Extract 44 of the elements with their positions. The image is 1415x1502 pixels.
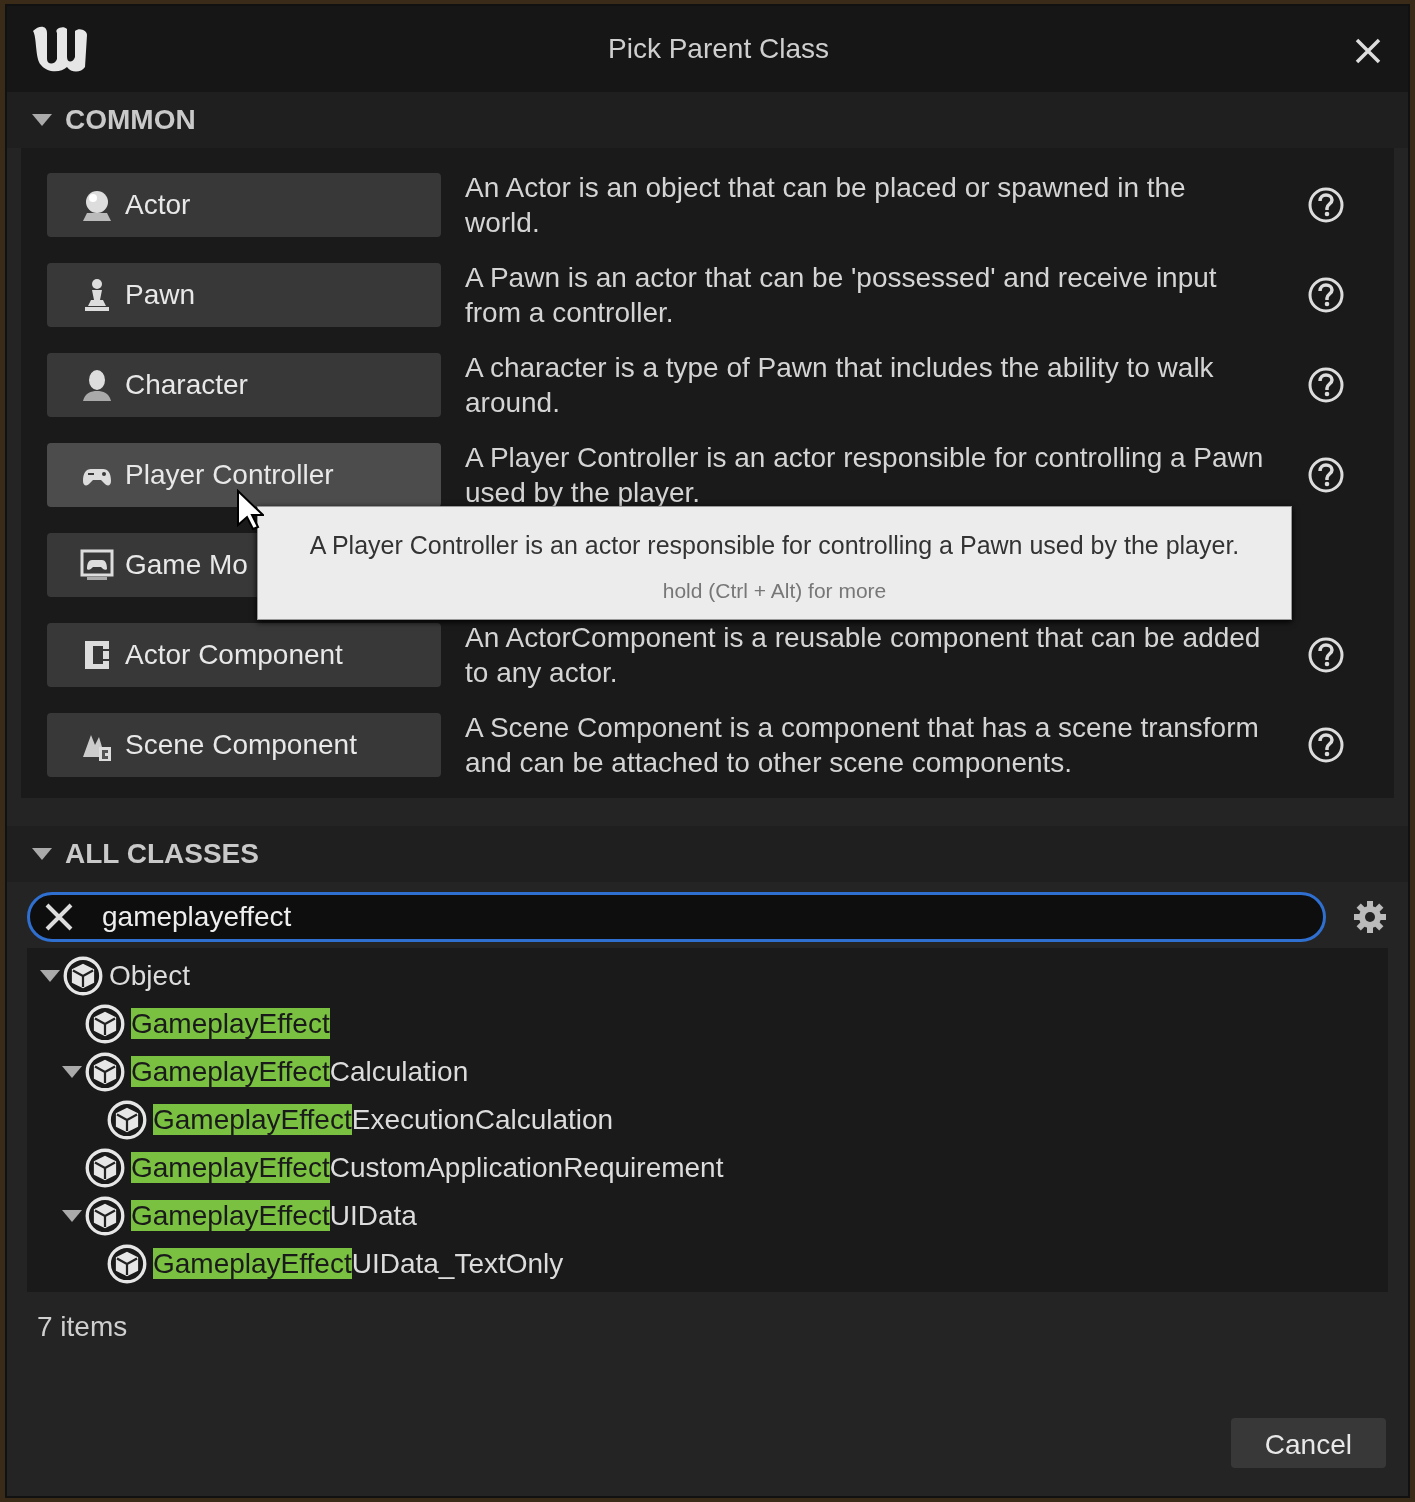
help-icon[interactable] (1307, 726, 1345, 764)
cursor-icon (236, 489, 264, 531)
class-icon (85, 1148, 125, 1188)
help-icon[interactable] (1307, 276, 1345, 314)
search-bar[interactable]: gameplayeffect (27, 892, 1326, 942)
class-icon (63, 956, 103, 996)
cancel-button[interactable]: Cancel (1230, 1418, 1386, 1468)
class-button[interactable]: Pawn (47, 263, 441, 327)
expand-arrow-icon[interactable] (59, 1065, 85, 1079)
class-icon (85, 1196, 125, 1236)
expand-arrow-icon[interactable] (37, 969, 63, 983)
help-icon[interactable] (1307, 456, 1345, 494)
class-description: A Player Controller is an actor responsible for controlling a Pawn used by the player. (465, 441, 1265, 510)
collapse-arrow-icon[interactable] (31, 113, 53, 127)
class-description: An ActorComponent is a reusable component that can be added to any actor. (465, 621, 1262, 690)
tree-item[interactable]: Object (109, 955, 190, 997)
collapse-arrow-icon[interactable] (31, 847, 53, 861)
close-icon (1354, 36, 1382, 65)
class-icon (85, 1004, 125, 1044)
clear-icon[interactable] (44, 902, 74, 932)
class-icon (107, 1244, 147, 1284)
class-button[interactable]: Character (47, 353, 441, 417)
item-count: 7 items (36, 1310, 129, 1344)
monitor-gamepad-icon (79, 547, 115, 583)
section-header: COMMON (65, 103, 196, 137)
class-description: An Actor is an object that can be placed or spawned in the world. (465, 171, 1187, 240)
class-button[interactable]: Actor (47, 173, 441, 237)
tooltip-hint: hold (Ctrl + Alt) for more (662, 577, 887, 604)
class-icon (85, 1052, 125, 1092)
class-button[interactable]: Actor Component (47, 623, 441, 687)
help-icon[interactable] (1307, 366, 1345, 404)
window-title: Pick Parent Class (607, 32, 830, 66)
help-icon[interactable] (1307, 636, 1345, 674)
class-icon (107, 1100, 147, 1140)
class-description: A Pawn is an actor that can be 'possessed' and receive input from a controller. (465, 261, 1218, 330)
settings-icon[interactable] (1352, 899, 1388, 935)
class-button[interactable]: Scene Component (47, 713, 441, 777)
search-field[interactable]: gameplayeffect (100, 895, 1323, 939)
class-button[interactable]: Player Controller (47, 443, 441, 507)
help-icon[interactable] (1307, 186, 1345, 224)
class-description: A Scene Component is a component that has a scene transform and can be attached to other scene components. (465, 711, 1260, 780)
section-header: ALL CLASSES (65, 837, 259, 871)
class-description: A character is a type of Pawn that includes the ability to walk around. (465, 351, 1215, 420)
expand-arrow-icon[interactable] (59, 1209, 85, 1223)
